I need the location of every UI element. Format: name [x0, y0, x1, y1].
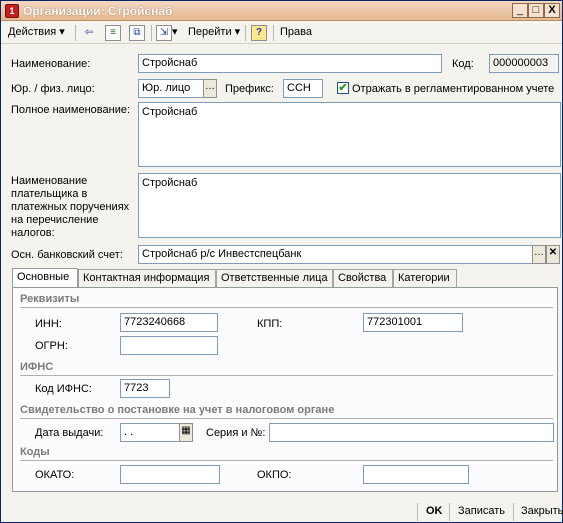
group-divider	[20, 375, 553, 376]
issue-date-field[interactable]: . .	[120, 423, 180, 442]
goto-label: Перейти	[188, 26, 232, 38]
codes-group-title: Коды	[20, 446, 50, 458]
toolbar-separator	[75, 25, 76, 41]
tab-properties[interactable]: Свойства	[333, 269, 393, 287]
toolbar-separator	[151, 25, 152, 41]
footer-separator	[417, 503, 418, 521]
app-icon: 1	[5, 4, 19, 18]
actions-menu[interactable]: Действия ▾	[5, 24, 68, 42]
dropdown-arrow-icon[interactable]: ▾	[172, 24, 178, 42]
structure-icon[interactable]: ⇲	[156, 25, 172, 41]
kpp-field[interactable]: 772301001	[363, 313, 463, 332]
title-bar[interactable]: 1 Организации: Стройснаб _ □ X	[1, 1, 562, 21]
ogrn-label: ОГРН:	[35, 340, 68, 352]
goto-menu[interactable]: Перейти ▾	[185, 24, 243, 42]
document-icon[interactable]: ≡	[105, 25, 121, 41]
ifns-code-field[interactable]: 7723	[120, 379, 170, 398]
name-field[interactable]: Стройснаб	[138, 54, 442, 73]
payer-name-field[interactable]: Стройснаб	[138, 173, 561, 238]
group-divider	[20, 418, 553, 419]
code-label: Код:	[452, 58, 474, 70]
dropdown-arrow-icon: ▾	[59, 26, 65, 38]
kpp-label: КПП:	[257, 318, 283, 330]
tab-panel-main: Реквизиты ИНН: 7723240668 КПП: 772301001…	[12, 287, 558, 492]
calendar-icon[interactable]: ▦	[179, 423, 193, 442]
prefix-field[interactable]: ССН	[283, 79, 323, 98]
ifns-group-title: ИФНС	[20, 361, 54, 373]
payer-name-label-line3: платежных поручениях	[11, 201, 130, 213]
reglament-checkbox[interactable]: ✔	[337, 82, 349, 94]
payer-name-label-line5: налогов:	[11, 227, 55, 239]
minimize-button[interactable]: _	[512, 3, 528, 18]
bank-account-field[interactable]: Стройснаб р/с Инвестспецбанк	[138, 245, 533, 264]
certificate-group-title: Свидетельство о постановке на учет в нал…	[20, 404, 335, 416]
bank-account-select-button[interactable]: …	[532, 245, 546, 264]
actions-label: Действия	[8, 26, 57, 38]
entity-type-label: Юр. / физ. лицо:	[11, 83, 95, 95]
copy-icon[interactable]: ⧉	[129, 25, 145, 41]
organization-window: 1 Организации: Стройснаб _ □ X Действия …	[0, 0, 563, 523]
full-name-label: Полное наименование:	[11, 104, 131, 116]
toolbar-separator	[245, 25, 246, 41]
series-field[interactable]	[269, 423, 554, 442]
toolbar: Действия ▾ ⇦ ≡ ⧉ ⇲ ▾ Перейти ▾ ? Права	[1, 22, 562, 44]
toolbar-separator	[273, 25, 274, 41]
close-button[interactable]: X	[544, 3, 560, 18]
save-button[interactable]: Записать	[454, 502, 509, 522]
ok-button[interactable]: OK	[422, 502, 447, 522]
footer-separator	[513, 503, 514, 521]
payer-name-label-line2: плательщика в	[11, 188, 88, 200]
ifns-code-label: Код ИФНС:	[35, 383, 92, 395]
prefix-label: Префикс:	[225, 83, 274, 95]
inn-label: ИНН:	[35, 318, 62, 330]
tab-categories[interactable]: Категории	[393, 269, 457, 287]
help-icon[interactable]: ?	[251, 25, 267, 41]
tab-responsible[interactable]: Ответственные лица	[216, 269, 333, 287]
dropdown-arrow-icon: ▾	[234, 26, 241, 38]
footer-separator	[449, 503, 450, 521]
ogrn-field[interactable]	[120, 336, 218, 355]
okato-field[interactable]	[120, 465, 220, 484]
entity-type-field[interactable]: Юр. лицо	[138, 79, 204, 98]
rights-button[interactable]: Права	[277, 24, 315, 42]
okpo-label: ОКПО:	[257, 469, 292, 481]
series-label: Серия и №:	[206, 427, 266, 439]
bank-account-label: Осн. банковский счет:	[11, 249, 123, 261]
entity-type-select-button[interactable]: …	[203, 79, 217, 98]
reglament-label: Отражать в регламентированном учете	[352, 83, 555, 95]
inn-field[interactable]: 7723240668	[120, 313, 218, 332]
maximize-button[interactable]: □	[528, 3, 544, 18]
okato-label: ОКАТО:	[35, 469, 75, 481]
payer-name-label-line1: Наименование	[11, 175, 88, 187]
group-divider	[20, 460, 553, 461]
issue-date-label: Дата выдачи:	[35, 427, 104, 439]
tab-main[interactable]: Основные	[12, 268, 78, 288]
window-title: Организации: Стройснаб	[23, 4, 173, 18]
group-divider	[20, 307, 553, 308]
code-field[interactable]: 000000003	[489, 54, 559, 73]
back-arrow-icon[interactable]: ⇦	[81, 25, 97, 41]
tab-contacts[interactable]: Контактная информация	[78, 269, 216, 287]
okpo-field[interactable]	[363, 465, 469, 484]
full-name-field[interactable]: Стройснаб	[138, 102, 561, 167]
payer-name-label-line4: на перечисление	[11, 214, 99, 226]
requisites-group-title: Реквизиты	[20, 293, 80, 305]
close-form-button[interactable]: Закрыть	[517, 502, 563, 522]
clear-icon[interactable]: ✕	[546, 245, 560, 264]
name-label: Наименование:	[11, 58, 91, 70]
